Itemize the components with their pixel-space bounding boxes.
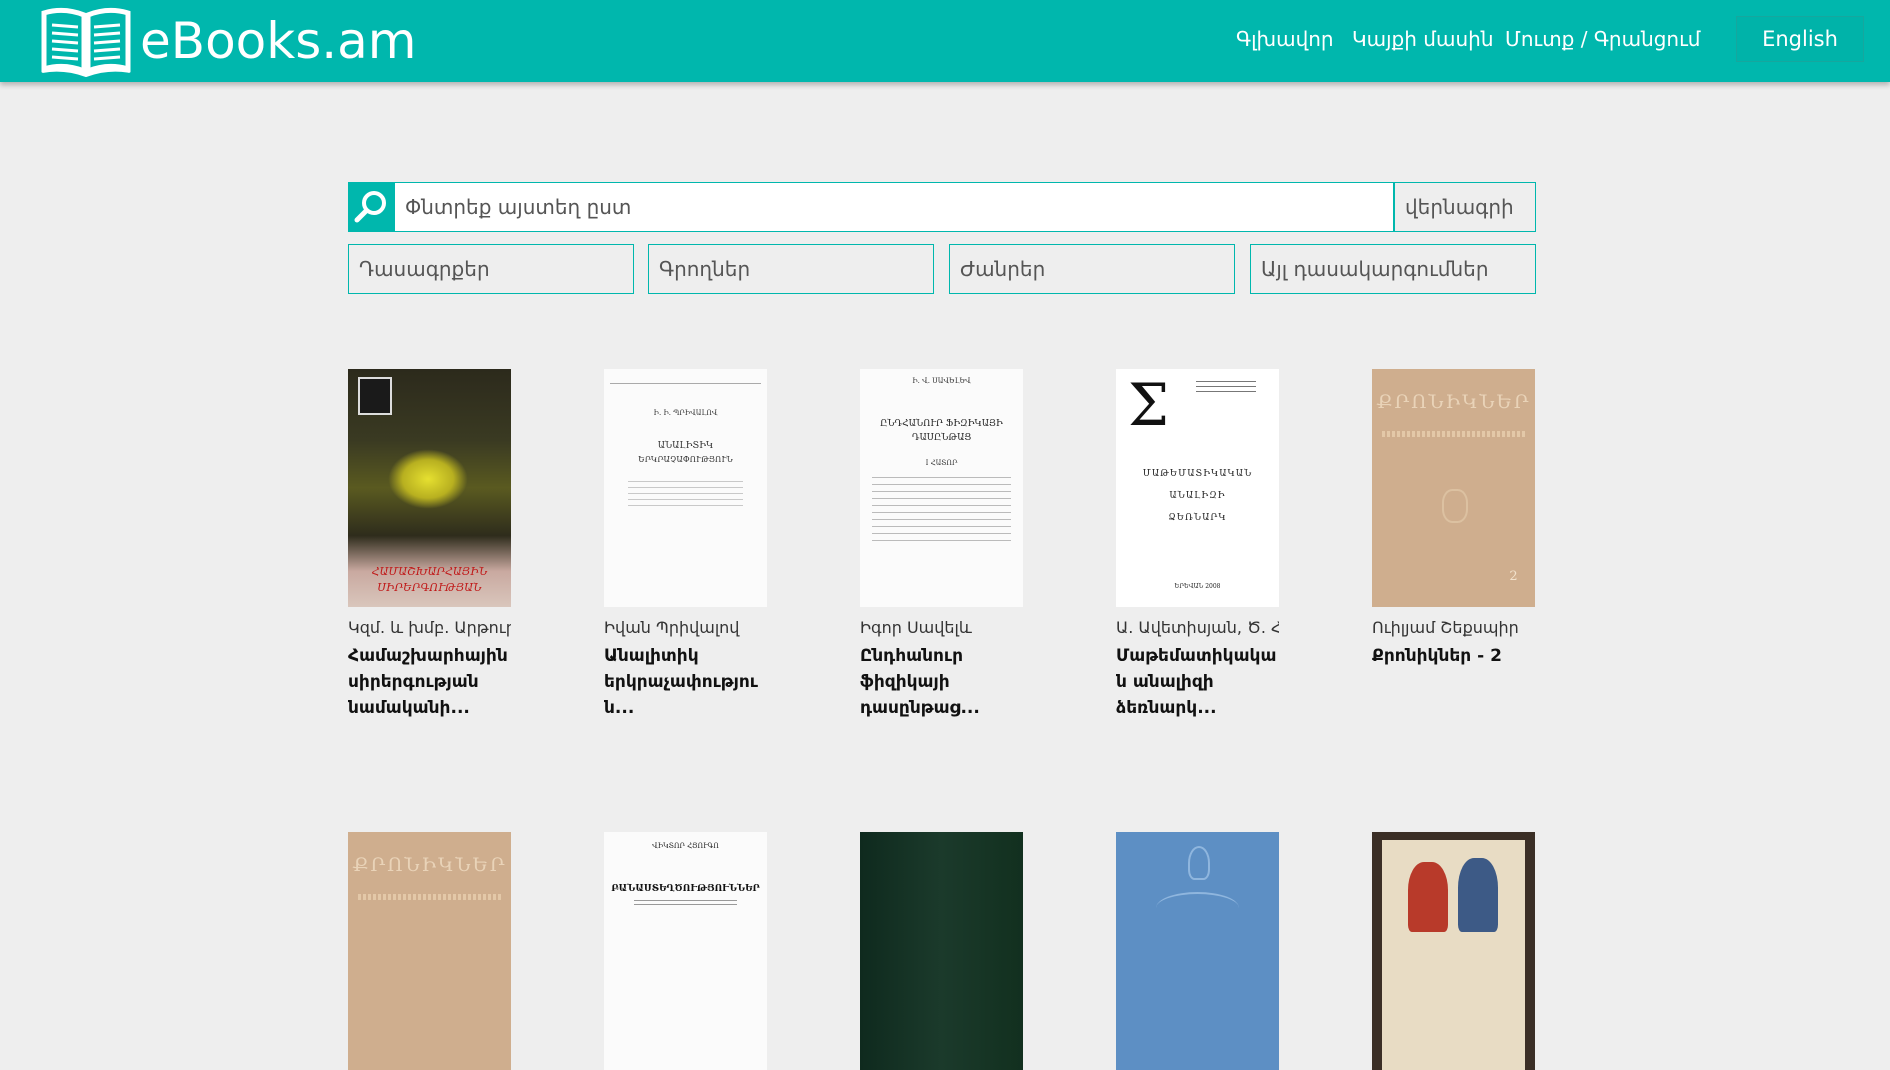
search-button[interactable] [348, 182, 394, 232]
book-title[interactable]: Քրոնիկներ - 2 [1372, 643, 1535, 669]
sigma-symbol: Σ [1128, 371, 1170, 439]
book-title[interactable]: Համաշխարհային սիրերգության նամականի... [348, 643, 511, 721]
cover-title: ԱՆԱԼԻՏԻԿ [657, 441, 714, 451]
cover-footer: ԵՐԵՎԱՆ 2008 [1174, 583, 1221, 590]
search-bar: վերնագրի [348, 182, 1536, 232]
cover-subtitle: ՍԻՐԵՐԳՈՒԹՅԱՆ [377, 581, 482, 594]
book-author[interactable]: Կզմ. և խմբ. Արթուր Ս [348, 617, 511, 639]
open-book-icon [41, 7, 131, 77]
book-card[interactable]: ՔՐՈՆԻԿՆԵՐ [348, 832, 511, 1070]
book-title-line: Համաշխարհային [348, 646, 508, 666]
book-card[interactable]: ՔՐՈՆԻԿՆԵՐ 2 Ուիլյամ Շեքսպիր Քրոնիկներ - … [1372, 369, 1535, 669]
book-author[interactable]: Իվան Պրիվալով [604, 617, 767, 639]
site-logo[interactable]: eBooks.am [40, 0, 417, 82]
filter-writers[interactable]: Գրողներ [648, 244, 934, 294]
book-title-line: Անալիտիկ [604, 646, 699, 666]
cover-author: Ի. Վ. ՍԱՎԵԼԵՎ [912, 377, 971, 385]
book-cover[interactable]: ՔՐՈՆԻԿՆԵՐ 2 [1372, 369, 1535, 607]
book-title-line: դասընթաց... [860, 698, 980, 718]
book-title-line: Քրոնիկներ - 2 [1372, 646, 1502, 666]
cover-volume: I ՀԱՏՈՐ [925, 459, 958, 467]
search-input[interactable] [394, 182, 1394, 232]
book-title-line: ն... [604, 698, 635, 718]
cover-title: ՄԱԹԵՄԱՏԻԿԱԿԱՆ [1142, 469, 1253, 479]
nav-item-about[interactable]: Կայքի մասին [1352, 0, 1494, 78]
cover-author: ՎԻԿՏՈՐ ՀՅՈՒԳՈ [652, 842, 719, 850]
book-cover[interactable]: Σ ՄԱԹԵՄԱՏԻԿԱԿԱՆ ԱՆԱԼԻԶԻ ՁԵՌՆԱՐԿ ԵՐԵՎԱՆ 2… [1116, 369, 1279, 607]
search-field-select[interactable]: վերնագրի [1394, 182, 1536, 232]
book-title-line: երկրաչափությու [604, 672, 758, 692]
cover-subtitle: ԱՆԱԼԻԶԻ [1169, 491, 1226, 501]
book-title-line: ֆիզիկայի [860, 672, 950, 692]
book-card[interactable]: ՎԻԿՏՈՐ ՀՅՈՒԳՈ ԲԱՆԱՍՏԵՂԾՈՒԹՅՈՒՆՆԵՐ [604, 832, 767, 1070]
cover-subtitle: ԵՐԿՐԱՉԱՓՈՒԹՅՈՒՆ [638, 455, 733, 464]
cover-title: ՔՐՈՆԻԿՆԵՐ [1376, 391, 1531, 413]
book-title-line: Ընդհանուր [860, 646, 963, 666]
cover-volume: 2 [1509, 569, 1518, 584]
book-title[interactable]: Անալիտիկ երկրաչափությու ն... [604, 643, 767, 721]
book-title-line: ն անալիզի [1116, 672, 1214, 692]
book-cover[interactable] [860, 832, 1023, 1070]
nav-link-home[interactable]: Գլխավոր [1236, 27, 1334, 51]
book-card[interactable]: Ի. Վ. ՍԱՎԵԼԵՎ ԸՆԴՀԱՆՈՒՐ ՖԻԶԻԿԱՅԻ ԴԱՍԸՆԹԱ… [860, 369, 1023, 721]
filter-textbooks[interactable]: Դասագրքեր [348, 244, 634, 294]
nav-item-login[interactable]: Մուտք / Գրանցում [1505, 0, 1700, 78]
cover-subtitle-2: ՁԵՌՆԱՐԿ [1168, 513, 1227, 523]
cover-title: ԸՆԴՀԱՆՈՒՐ ՖԻԶԻԿԱՅԻ [880, 419, 1003, 429]
book-title-line: ձեռնարկ... [1116, 698, 1217, 718]
book-cover[interactable]: Ի. Ի. ՊՐԻՎԱԼՈՎ ԱՆԱԼԻՏԻԿ ԵՐԿՐԱՉԱՓՈՒԹՅՈՒՆ [604, 369, 767, 607]
book-title[interactable]: Ընդհանուր ֆիզիկայի դասընթաց... [860, 643, 1023, 721]
book-card[interactable] [1116, 832, 1279, 1070]
filter-genres[interactable]: Ժանրեր [949, 244, 1235, 294]
book-card[interactable]: Σ ՄԱԹԵՄԱՏԻԿԱԿԱՆ ԱՆԱԼԻԶԻ ՁԵՌՆԱՐԿ ԵՐԵՎԱՆ 2… [1116, 369, 1279, 721]
book-author[interactable]: Իգոր Սավելև [860, 617, 1023, 639]
cover-title: ՀԱՄԱՇԽԱՐՀԱՅԻՆ [371, 565, 488, 578]
book-title-line: նամականի... [348, 698, 470, 718]
book-title-line: Մաթեմատիկակա [1116, 646, 1277, 666]
category-filters: Դասագրքեր Գրողներ Ժանրեր Այլ դասակարգում… [348, 244, 1536, 294]
book-card[interactable]: Ի. Ի. ՊՐԻՎԱԼՈՎ ԱՆԱԼԻՏԻԿ ԵՐԿՐԱՉԱՓՈՒԹՅՈՒՆ … [604, 369, 767, 721]
book-card[interactable] [1372, 832, 1535, 1070]
book-title[interactable]: Մաթեմատիկակա ն անալիզի ձեռնարկ... [1116, 643, 1279, 721]
book-cover[interactable] [1372, 832, 1535, 1070]
book-author[interactable]: Ուիլյամ Շեքսպիր [1372, 617, 1535, 639]
book-card[interactable] [860, 832, 1023, 1070]
book-cover[interactable]: Ի. Վ. ՍԱՎԵԼԵՎ ԸՆԴՀԱՆՈՒՐ ՖԻԶԻԿԱՅԻ ԴԱՍԸՆԹԱ… [860, 369, 1023, 607]
site-logo-text: eBooks.am [140, 12, 417, 70]
language-button[interactable]: English [1736, 16, 1864, 62]
book-cover[interactable]: ՎԻԿՏՈՐ ՀՅՈՒԳՈ ԲԱՆԱՍՏԵՂԾՈՒԹՅՈՒՆՆԵՐ [604, 832, 767, 1070]
filter-other-categories[interactable]: Այլ դասակարգումներ [1250, 244, 1536, 294]
book-title-line: սիրերգության [348, 672, 479, 692]
cover-title: ԲԱՆԱՍՏԵՂԾՈՒԹՅՈՒՆՆԵՐ [611, 884, 760, 894]
nav-link-login-register[interactable]: Մուտք / Գրանցում [1505, 27, 1700, 51]
nav-item-home[interactable]: Գլխավոր [1236, 0, 1334, 78]
book-cover[interactable]: ՔՐՈՆԻԿՆԵՐ [348, 832, 511, 1070]
cover-title: ՔՐՈՆԻԿՆԵՐ [352, 854, 507, 876]
cover-subtitle: ԴԱՍԸՆԹԱՑ [911, 433, 972, 443]
book-cover[interactable]: ՀԱՄԱՇԽԱՐՀԱՅԻՆ ՍԻՐԵՐԳՈՒԹՅԱՆ [348, 369, 511, 607]
book-author[interactable]: Ա. Ավետիսյան, Ծ. Հոս [1116, 617, 1279, 639]
cover-author: Ի. Ի. ՊՐԻՎԱԼՈՎ [653, 409, 718, 417]
book-card[interactable]: ՀԱՄԱՇԽԱՐՀԱՅԻՆ ՍԻՐԵՐԳՈՒԹՅԱՆ Կզմ. և խմբ. Ա… [348, 369, 511, 721]
book-cover[interactable] [1116, 832, 1279, 1070]
search-icon [354, 191, 386, 223]
nav-link-about[interactable]: Կայքի մասին [1352, 27, 1494, 51]
top-navbar: eBooks.am Գլխավոր Կայքի մասին Մուտք / Գր… [0, 0, 1890, 82]
